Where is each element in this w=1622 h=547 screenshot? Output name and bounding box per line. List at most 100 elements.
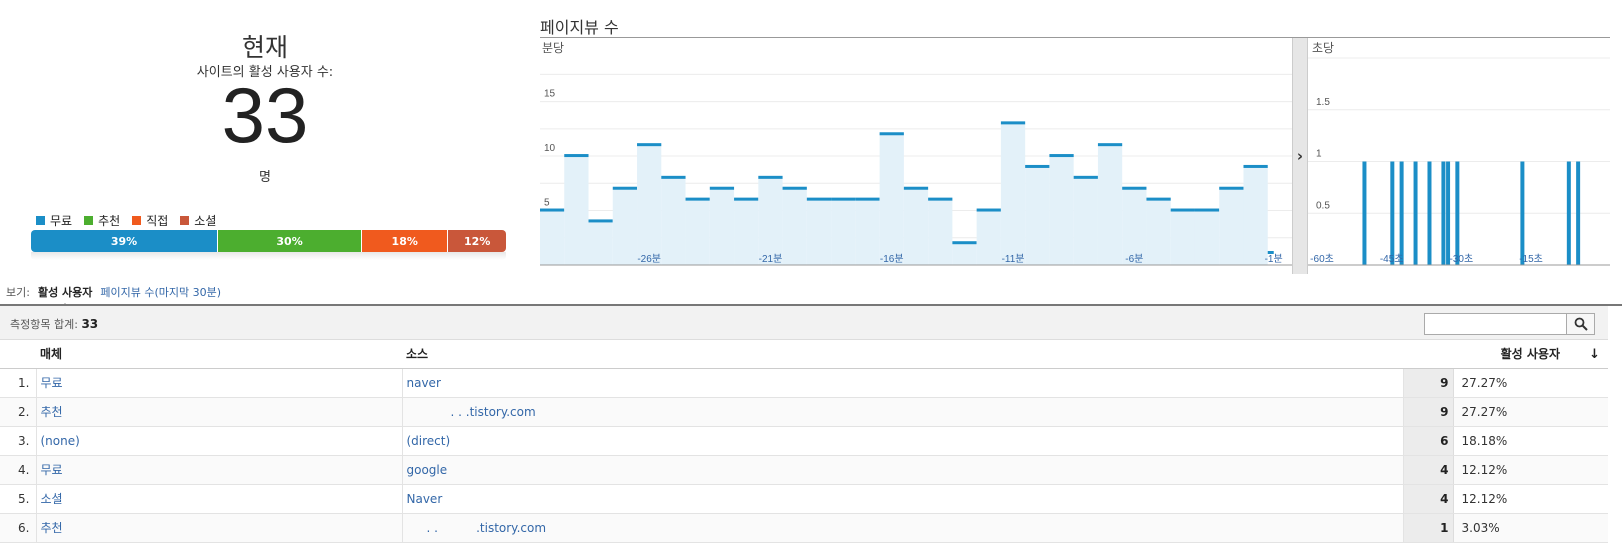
row-medium[interactable]: (none) [36, 426, 403, 456]
legend-label: 무료 [50, 214, 73, 228]
row-medium[interactable]: 추천 [36, 513, 403, 543]
row-medium[interactable]: 추천 [36, 397, 403, 427]
minute-bar-fill [1170, 210, 1195, 265]
second-bar [1576, 161, 1581, 265]
minute-bar-cap [588, 219, 613, 223]
table-header-row: 매체 소스 활성 사용자 ↓ [0, 340, 1608, 369]
minute-bar-cap [1000, 121, 1026, 125]
breakdown-segment-social[interactable]: 12% [448, 230, 506, 252]
metric-total-bar: 측정항목 합계: 33 [0, 306, 1608, 340]
minute-bar-cap [1049, 154, 1074, 158]
row-source[interactable]: . . .tistory.com [402, 513, 1404, 543]
view-active-users[interactable]: 활성 사용자 [38, 284, 92, 309]
legend-label: 직접 [146, 214, 169, 228]
minute-bar-fill [952, 243, 977, 265]
row-source[interactable]: naver [402, 368, 1404, 398]
header-active-users[interactable]: 활성 사용자 ↓ [1403, 340, 1608, 369]
row-value: 1 [1403, 513, 1454, 543]
legend-item-direct: 직접 [132, 212, 168, 229]
row-source[interactable]: Naver [402, 484, 1404, 514]
channel-breakdown-bar: 39% 30% 18% 12% [31, 230, 506, 252]
row-source[interactable]: google [402, 455, 1404, 485]
minute-bar-cap [1025, 164, 1050, 168]
minute-bar-fill [782, 188, 807, 265]
row-percent: 12.12% [1453, 484, 1608, 514]
minute-bar-fill [1073, 177, 1098, 265]
x-tick-label: -6분 [1125, 253, 1143, 265]
row-medium[interactable]: 소셜 [36, 484, 403, 514]
minute-bar-cap [806, 197, 832, 201]
x-tick-label: -21분 [759, 253, 783, 265]
y-tick-label: 0.5 [1316, 200, 1330, 211]
breakdown-segment-referral[interactable]: 30% [218, 230, 363, 252]
second-bar [1441, 161, 1446, 265]
minute-bar-fill [1000, 123, 1026, 265]
minute-bar-cap [612, 186, 638, 190]
minute-bar-fill [540, 210, 565, 265]
y-tick-label: 10 [544, 143, 556, 154]
table-row: 6. 추천 . . .tistory.com 1 3.03% [0, 513, 1608, 543]
search-button[interactable] [1567, 313, 1595, 335]
minute-bar-cap [855, 197, 880, 201]
second-bar [1446, 161, 1451, 265]
row-medium[interactable]: 무료 [36, 368, 403, 398]
minute-bar-fill [612, 188, 638, 265]
minute-bar-fill [1146, 199, 1171, 265]
realtime-table: 매체 소스 활성 사용자 ↓ 1. 무료 naver 9 27.27% 2. 추… [0, 340, 1608, 543]
count-unit: 명 [259, 170, 271, 185]
pageviews-chart-svg: 5 10 15 -26분 -21분 -16분 -11분 -6분 -1분 분당 0.5 1 1.5 -60초… [540, 41, 1610, 266]
per-minute-label: 분당 [542, 41, 564, 55]
row-value: 4 [1403, 455, 1454, 485]
minute-bar-cap [831, 197, 856, 201]
minute-bar-cap [952, 241, 977, 245]
legend-label: 추천 [98, 214, 121, 228]
x-tick-label: -30초 [1450, 253, 1474, 265]
legend-label: 소셜 [194, 214, 217, 228]
row-percent: 3.03% [1453, 513, 1608, 543]
row-index: 1. [0, 368, 37, 398]
minute-bar-cap [1243, 164, 1268, 168]
minute-bar-cap [661, 175, 686, 179]
minute-bar-cap [879, 132, 904, 136]
row-index: 4. [0, 455, 37, 485]
row-source[interactable]: (direct) [402, 426, 1404, 456]
minute-bar-fill [709, 188, 735, 265]
table-search-input[interactable] [1424, 313, 1567, 335]
bar-shadow [31, 252, 506, 260]
second-bar [1362, 161, 1367, 265]
table-row: 4. 무료 google 4 12.12% [0, 455, 1608, 485]
y-tick-label: 1 [1316, 149, 1322, 160]
minute-bar-cap [734, 197, 759, 201]
header-medium[interactable]: 매체 [36, 340, 402, 369]
legend-swatch [180, 216, 190, 225]
row-index: 6. [0, 513, 37, 543]
chevron-right-icon[interactable]: › [1292, 38, 1308, 274]
second-bar [1566, 161, 1571, 265]
breakdown-segment-direct[interactable]: 18% [362, 230, 449, 252]
legend-item-social: 소셜 [180, 212, 216, 229]
minute-bar-cap [782, 186, 807, 190]
view-pageviews-link[interactable]: 페이지뷰 수(마지막 30분) [100, 284, 221, 300]
minute-bar-fill [831, 199, 856, 265]
minute-bar-cap [903, 186, 929, 190]
x-tick-label: -15초 [1519, 253, 1543, 265]
pageviews-chart: 5 10 15 -26분 -21분 -16분 -11분 -6분 -1분 분당 0.5 1 1.5 -60초… [540, 37, 1610, 274]
minute-bar-fill [1025, 166, 1050, 265]
x-tick-label: -45초 [1380, 253, 1404, 265]
pageviews-title: 페이지뷰 수 [540, 18, 619, 37]
second-bar [1390, 161, 1395, 265]
breakdown-segment-organic[interactable]: 39% [31, 230, 219, 252]
header-index [0, 340, 36, 369]
minute-bar-fill [1194, 210, 1220, 265]
row-percent: 18.18% [1453, 426, 1608, 456]
minute-bar-fill [564, 156, 589, 265]
minute-bar-cap [709, 186, 735, 190]
minute-bar-fill [734, 199, 759, 265]
minute-bar-cap [758, 175, 783, 179]
row-source[interactable]: . . .tistory.com [402, 397, 1404, 427]
row-percent: 27.27% [1453, 397, 1608, 427]
header-source[interactable]: 소스 [402, 340, 1403, 369]
row-medium[interactable]: 무료 [36, 455, 403, 485]
sort-descending-icon[interactable]: ↓ [1589, 347, 1600, 362]
legend-swatch [132, 216, 142, 225]
